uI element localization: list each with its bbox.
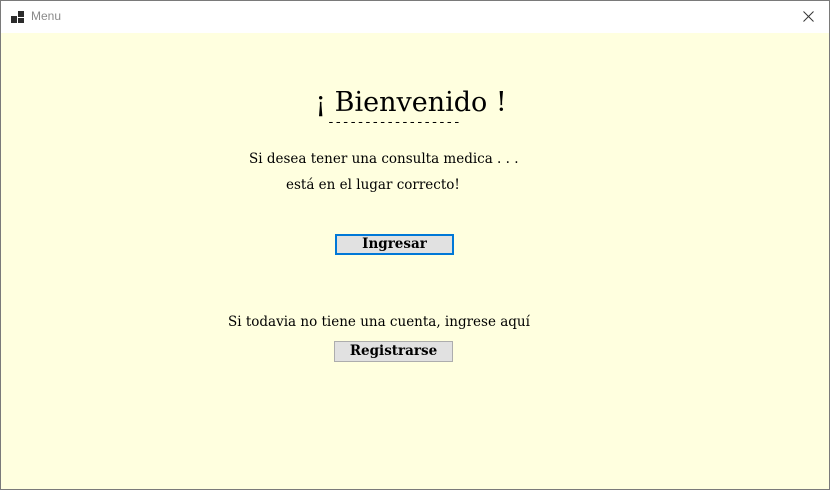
menu-window: Menu ¡ Bienvenido ! ------------------ S… [0,0,830,490]
intro-text-line-2: está en el lugar correcto! [286,177,460,193]
heading-underline: ------------------ [327,115,461,130]
login-button[interactable]: Ingresar [335,234,454,255]
title-bar[interactable]: Menu [1,1,829,33]
window-title: Menu [31,9,62,23]
close-button[interactable] [789,1,829,33]
app-icon [11,11,24,23]
register-prompt: Si todavia no tiene una cuenta, ingrese … [228,314,530,330]
welcome-heading: ¡ Bienvenido ! [315,87,507,118]
register-button[interactable]: Registrarse [334,341,453,362]
intro-text-line-1: Si desea tener una consulta medica . . . [249,151,519,167]
close-icon [803,11,814,22]
